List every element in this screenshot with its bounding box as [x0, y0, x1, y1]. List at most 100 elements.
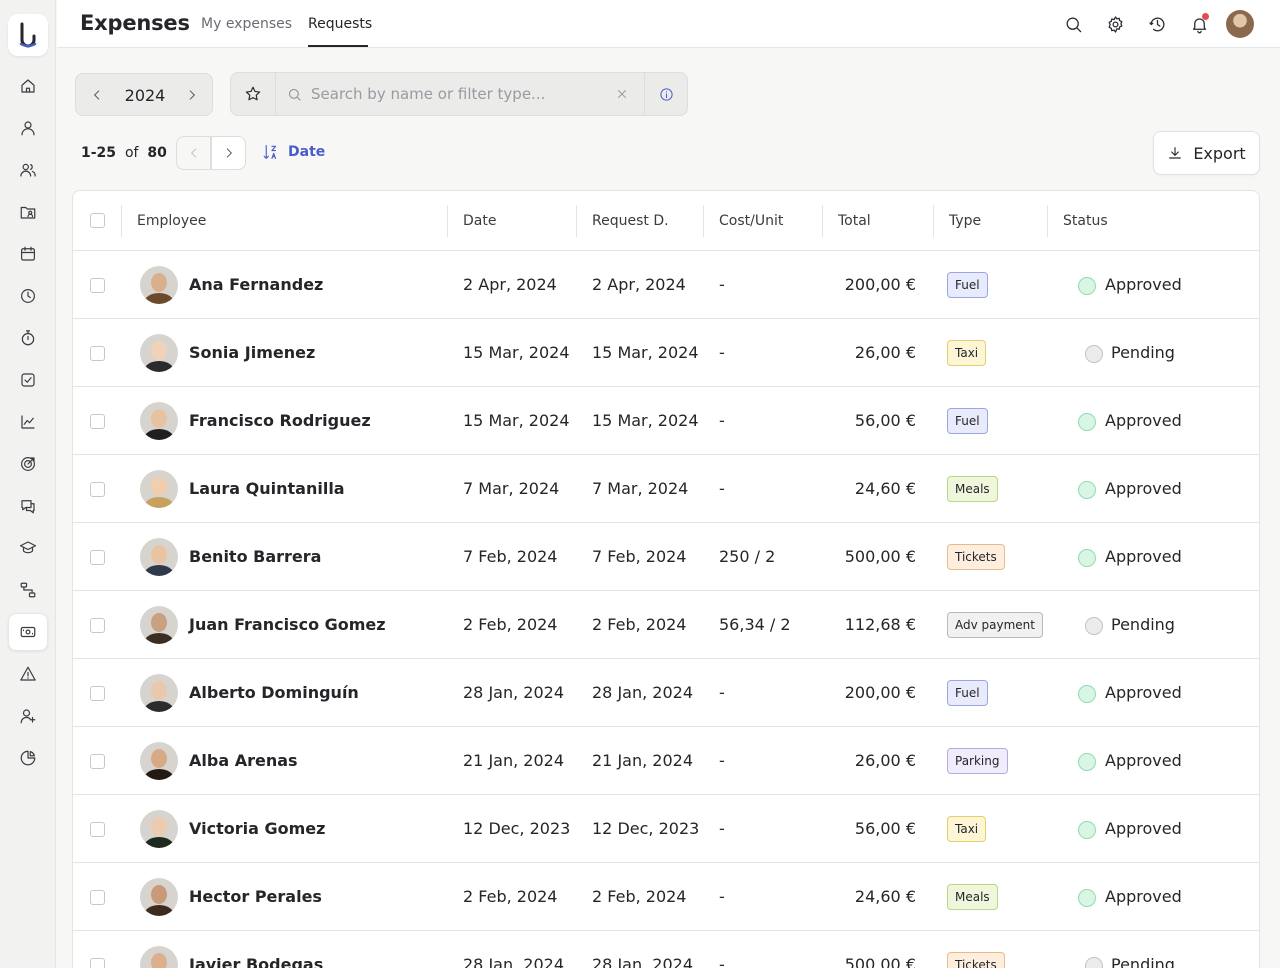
tab-requests[interactable]: Requests: [308, 16, 372, 32]
table-row[interactable]: Alba Arenas 21 Jan, 2024 21 Jan, 2024 - 26,0…: [73, 727, 1259, 795]
row-checkbox[interactable]: [90, 414, 105, 429]
rocket-icon[interactable]: [1146, 13, 1168, 35]
tab-my-expenses[interactable]: My expenses: [201, 16, 292, 32]
column-header-total[interactable]: Total: [838, 213, 871, 229]
table-row[interactable]: Victoria Gomez 12 Dec, 2023 12 Dec, 2023-5…: [73, 795, 1259, 863]
sidebar-item-chart-line[interactable]: [8, 403, 48, 441]
sort-by-date-button[interactable]: Date: [262, 143, 325, 161]
table-row[interactable]: Hector Perales 2 Feb, 2024 2 Feb, 2024 - 24,…: [73, 863, 1259, 931]
sidebar-item-user-plus[interactable]: [8, 697, 48, 735]
sidebar-item-target[interactable]: [8, 445, 48, 483]
column-header-type[interactable]: Type: [949, 213, 981, 229]
column-header-cost-unit[interactable]: Cost/Unit: [719, 213, 783, 229]
date-cell: 15 Mar, 2024: [463, 411, 570, 430]
search-info-button[interactable]: [644, 73, 688, 115]
prev-page-button[interactable]: [176, 136, 211, 170]
row-checkbox[interactable]: [90, 890, 105, 905]
table-row[interactable]: Sonia Jimenez 15 Mar, 2024 15 Mar, 2024 - 26…: [73, 319, 1259, 387]
row-checkbox[interactable]: [90, 822, 105, 837]
row-checkbox[interactable]: [90, 346, 105, 361]
select-all-checkbox[interactable]: [90, 213, 105, 228]
request-date-cell: 28 Jan, 2024: [592, 683, 693, 702]
row-checkbox[interactable]: [90, 686, 105, 701]
column-header-request-date[interactable]: Request D.: [592, 213, 669, 229]
avatar: [140, 470, 178, 508]
sidebar-item-alert[interactable]: [8, 655, 48, 693]
avatar: [140, 878, 178, 916]
row-checkbox[interactable]: [90, 278, 105, 293]
sidebar-item-users[interactable]: [8, 151, 48, 189]
sidebar-item-clock[interactable]: [8, 277, 48, 315]
sidebar-item-user[interactable]: [8, 109, 48, 147]
table-row[interactable]: Ana Fernandez 2 Apr, 2024 2 Apr, 2024 - 200,…: [73, 251, 1259, 319]
status-label: Approved: [1105, 819, 1182, 838]
table-row[interactable]: Javier Bodegas 28 Jan, 2024 28 Jan, 2024 - 5…: [73, 931, 1259, 968]
column-header-employee[interactable]: Employee: [137, 213, 206, 229]
type-badge: Fuel: [947, 272, 988, 298]
folder-user-icon: [20, 206, 36, 219]
sidebar-item-calendar[interactable]: [8, 235, 48, 273]
status-label: Approved: [1105, 887, 1182, 906]
type-badge: Meals: [947, 884, 998, 910]
employee-name: Alba Arenas: [189, 751, 298, 770]
user-plus-icon: [20, 709, 36, 724]
sidebar-item-check-square[interactable]: [8, 361, 48, 399]
sidebar-item-folder-user[interactable]: [8, 193, 48, 231]
pie-chart-icon: [20, 750, 36, 766]
table-row[interactable]: Francisco Rodriguez 15 Mar, 2024 15 Mar, 2…: [73, 387, 1259, 455]
next-year-button[interactable]: [182, 85, 202, 105]
column-header-date[interactable]: Date: [463, 213, 496, 229]
export-button[interactable]: Export: [1153, 131, 1260, 175]
status-label: Approved: [1105, 751, 1182, 770]
app-logo[interactable]: [8, 14, 48, 56]
gear-icon[interactable]: [1104, 13, 1126, 35]
date-cell: 7 Mar, 2024: [463, 479, 560, 498]
next-page-button[interactable]: [211, 136, 246, 170]
sidebar-item-stopwatch[interactable]: [8, 319, 48, 357]
request-date-cell: 2 Feb, 2024: [592, 887, 687, 906]
sidebar-item-money[interactable]: [8, 613, 48, 651]
sidebar-item-graduation-cap[interactable]: [8, 529, 48, 567]
clock-icon: [21, 289, 35, 303]
graduation-cap-icon: [19, 541, 37, 554]
avatar: [140, 402, 178, 440]
column-divider: [576, 205, 577, 237]
table-row[interactable]: Laura Quintanilla 7 Mar, 2024 7 Mar, 2024 -…: [73, 455, 1259, 523]
row-checkbox[interactable]: [90, 482, 105, 497]
date-cell: 15 Mar, 2024: [463, 343, 570, 362]
row-checkbox[interactable]: [90, 550, 105, 565]
cost-unit-cell: -: [719, 819, 725, 838]
search-input[interactable]: [311, 83, 611, 105]
column-header-status[interactable]: Status: [1063, 213, 1108, 229]
search-icon[interactable]: [1062, 13, 1084, 35]
logo-icon: [19, 22, 37, 48]
sidebar-item-chat[interactable]: [8, 487, 48, 525]
row-checkbox[interactable]: [90, 754, 105, 769]
workflow-icon: [20, 582, 36, 598]
cost-unit-cell: 56,34 / 2: [719, 615, 791, 634]
row-checkbox[interactable]: [90, 958, 105, 968]
status-indicator: [1078, 549, 1096, 567]
request-date-cell: 7 Mar, 2024: [592, 479, 689, 498]
user-avatar[interactable]: [1226, 10, 1254, 38]
sidebar-item-pie-chart[interactable]: [8, 739, 48, 777]
table-row[interactable]: Alberto Dominguín 28 Jan, 2024 28 Jan, 202…: [73, 659, 1259, 727]
favorite-filter-button[interactable]: [231, 73, 276, 115]
chart-line-icon: [21, 415, 35, 429]
page-title: Expenses: [80, 11, 190, 35]
download-icon: [1169, 147, 1182, 159]
bell-icon[interactable]: [1188, 13, 1210, 35]
employee-name: Sonia Jimenez: [189, 343, 316, 362]
table-row[interactable]: Benito Barrera 7 Feb, 2024 7 Feb, 2024 250 …: [73, 523, 1259, 591]
sidebar-item-home[interactable]: [8, 67, 48, 105]
table-row[interactable]: Juan Francisco Gomez 2 Feb, 2024 2 Feb, 20…: [73, 591, 1259, 659]
status-indicator: [1078, 277, 1096, 295]
range-of: of: [124, 145, 139, 161]
total-cell: 26,00 €: [854, 751, 916, 770]
column-divider: [703, 205, 704, 237]
status-indicator: [1078, 685, 1096, 703]
row-checkbox[interactable]: [90, 618, 105, 633]
clear-search-button[interactable]: [615, 86, 631, 102]
sidebar-item-workflow[interactable]: [8, 571, 48, 609]
sort-label: Date: [288, 144, 326, 160]
